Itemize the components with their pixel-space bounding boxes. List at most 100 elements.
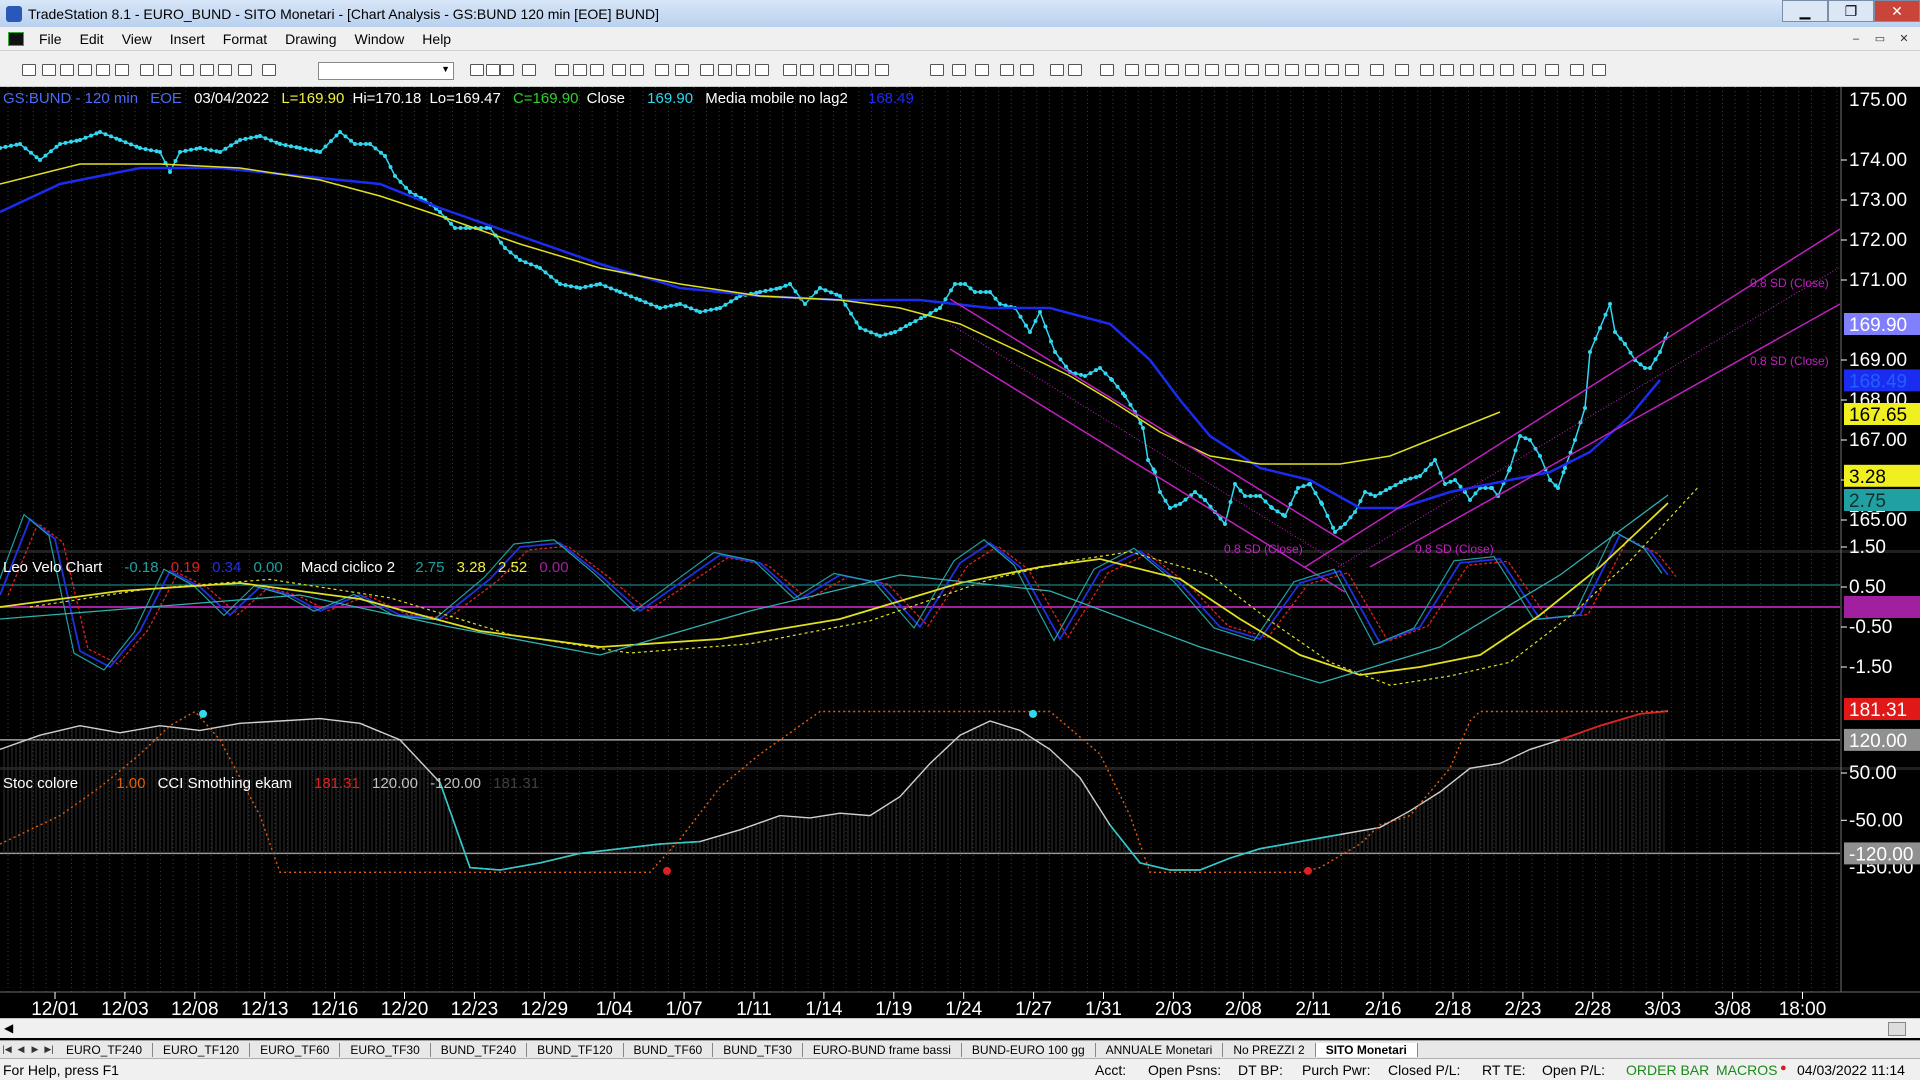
toolbar-tool-icon[interactable] (42, 64, 56, 76)
toolbar-tool-icon[interactable] (1145, 64, 1159, 76)
toolbar-tool-icon[interactable] (22, 64, 36, 76)
toolbar-tool-icon[interactable] (1395, 64, 1409, 76)
toolbar-tool-icon[interactable] (1165, 64, 1179, 76)
chart-area[interactable]: 174.00 173.00 172.00 171.00 169.00 168.00 167.… (0, 87, 1920, 1024)
toolbar-tool-icon[interactable] (158, 64, 172, 76)
symbol-combo[interactable] (318, 62, 454, 80)
toolbar-tool-icon[interactable] (1460, 64, 1474, 76)
order-bar-button[interactable]: ORDER BAR (1626, 1062, 1709, 1078)
toolbar-tool-icon[interactable] (1020, 64, 1034, 76)
tab-bund-tf120[interactable]: BUND_TF120 (527, 1042, 624, 1057)
toolbar-tool-icon[interactable] (755, 64, 769, 76)
toolbar-tool-icon[interactable] (800, 64, 814, 76)
tab-bund-tf60[interactable]: BUND_TF60 (624, 1042, 714, 1057)
toolbar-tool-icon[interactable] (238, 64, 252, 76)
macros-button[interactable]: MACROS (1716, 1062, 1777, 1078)
menu-format[interactable]: Format (214, 31, 276, 47)
tab-euro-tf120[interactable]: EURO_TF120 (153, 1042, 251, 1057)
menu-file[interactable]: File (30, 31, 71, 47)
menu-help[interactable]: Help (413, 31, 460, 47)
mdi-close-button[interactable]: ✕ (1894, 30, 1914, 47)
toolbar-tool-icon[interactable] (573, 64, 587, 76)
toolbar-tool-icon[interactable] (783, 64, 797, 76)
mdi-minimize-button[interactable]: – (1846, 30, 1866, 47)
toolbar-tool-icon[interactable] (470, 64, 484, 76)
toolbar-tool-icon[interactable] (700, 64, 714, 76)
menu-view[interactable]: View (113, 31, 161, 47)
toolbar-tool-icon[interactable] (590, 64, 604, 76)
toolbar-tool-icon[interactable] (975, 64, 989, 76)
toolbar-tool-icon[interactable] (718, 64, 732, 76)
toolbar-tool-icon[interactable] (60, 64, 74, 76)
mdi-restore-button[interactable]: ▭ (1870, 30, 1890, 47)
toolbar-tool-icon[interactable] (1050, 64, 1064, 76)
toolbar-tool-icon[interactable] (612, 64, 626, 76)
tab-bund-tf240[interactable]: BUND_TF240 (431, 1042, 528, 1057)
toolbar-tool-icon[interactable] (630, 64, 644, 76)
toolbar-tool-icon[interactable] (1245, 64, 1259, 76)
tab-annuale-monetari[interactable]: ANNUALE Monetari (1096, 1042, 1224, 1057)
toolbar-tool-icon[interactable] (78, 64, 92, 76)
tab-no-prezzi[interactable]: No PREZZI 2 (1223, 1042, 1316, 1057)
tab-bund-tf30[interactable]: BUND_TF30 (713, 1042, 803, 1057)
scroll-thumb[interactable] (1888, 1022, 1906, 1036)
toolbar-tool-icon[interactable] (1420, 64, 1434, 76)
tab-last-icon[interactable]: ▶| (42, 1044, 56, 1055)
toolbar-tool-icon[interactable] (1100, 64, 1114, 76)
toolbar-tool-icon[interactable] (1125, 64, 1139, 76)
maximize-button[interactable]: ❐ (1828, 0, 1874, 22)
toolbar-tool-icon[interactable] (820, 64, 834, 76)
toolbar-tool-icon[interactable] (262, 64, 276, 76)
tab-euro-tf30[interactable]: EURO_TF30 (340, 1042, 431, 1057)
toolbar-tool-icon[interactable] (1480, 64, 1494, 76)
toolbar-tool-icon[interactable] (1522, 64, 1536, 76)
toolbar-tool-icon[interactable] (1225, 64, 1239, 76)
toolbar-tool-icon[interactable] (1068, 64, 1082, 76)
tab-next-icon[interactable]: ▶ (28, 1044, 42, 1055)
toolbar-tool-icon[interactable] (736, 64, 750, 76)
toolbar-tool-icon[interactable] (930, 64, 944, 76)
toolbar-tool-icon[interactable] (952, 64, 966, 76)
tab-prev-icon[interactable]: ◀ (14, 1044, 28, 1055)
toolbar-tool-icon[interactable] (1592, 64, 1606, 76)
toolbar-tool-icon[interactable] (1345, 64, 1359, 76)
tab-sito-monetari[interactable]: SITO Monetari (1315, 1042, 1418, 1057)
tab-first-icon[interactable]: |◀ (0, 1044, 14, 1055)
toolbar-tool-icon[interactable] (1370, 64, 1384, 76)
toolbar-tool-icon[interactable] (522, 64, 536, 76)
toolbar-tool-icon[interactable] (855, 64, 869, 76)
toolbar-tool-icon[interactable] (838, 64, 852, 76)
toolbar-tool-icon[interactable] (486, 64, 500, 76)
toolbar-tool-icon[interactable] (1545, 64, 1559, 76)
toolbar-tool-icon[interactable] (875, 64, 889, 76)
toolbar-tool-icon[interactable] (500, 64, 514, 76)
minimize-button[interactable]: ▁ (1782, 0, 1828, 22)
toolbar-tool-icon[interactable] (1205, 64, 1219, 76)
horizontal-scrollbar[interactable]: ◀ (0, 1018, 1920, 1038)
toolbar-tool-icon[interactable] (218, 64, 232, 76)
toolbar-tool-icon[interactable] (1440, 64, 1454, 76)
menu-window[interactable]: Window (346, 31, 414, 47)
menu-drawing[interactable]: Drawing (276, 31, 345, 47)
scroll-left-icon[interactable]: ◀ (4, 1021, 13, 1035)
toolbar-tool-icon[interactable] (1000, 64, 1014, 76)
tab-euro-tf60[interactable]: EURO_TF60 (250, 1042, 341, 1057)
toolbar-tool-icon[interactable] (1500, 64, 1514, 76)
menu-edit[interactable]: Edit (71, 31, 113, 47)
tab-euro-tf240[interactable]: EURO_TF240 (56, 1042, 154, 1057)
toolbar-tool-icon[interactable] (1185, 64, 1199, 76)
toolbar-tool-icon[interactable] (1570, 64, 1584, 76)
tab-bund-euro-100[interactable]: BUND-EURO 100 gg (962, 1042, 1096, 1057)
toolbar-tool-icon[interactable] (140, 64, 154, 76)
toolbar-tool-icon[interactable] (180, 64, 194, 76)
toolbar-tool-icon[interactable] (200, 64, 214, 76)
toolbar-tool-icon[interactable] (96, 64, 110, 76)
chart-window-icon[interactable] (8, 31, 24, 46)
toolbar-tool-icon[interactable] (115, 64, 129, 76)
menu-insert[interactable]: Insert (161, 31, 214, 47)
toolbar-tool-icon[interactable] (655, 64, 669, 76)
toolbar-tool-icon[interactable] (1285, 64, 1299, 76)
toolbar-tool-icon[interactable] (1305, 64, 1319, 76)
tab-euro-bund-frame[interactable]: EURO-BUND frame bassi (803, 1042, 962, 1057)
toolbar-tool-icon[interactable] (675, 64, 689, 76)
